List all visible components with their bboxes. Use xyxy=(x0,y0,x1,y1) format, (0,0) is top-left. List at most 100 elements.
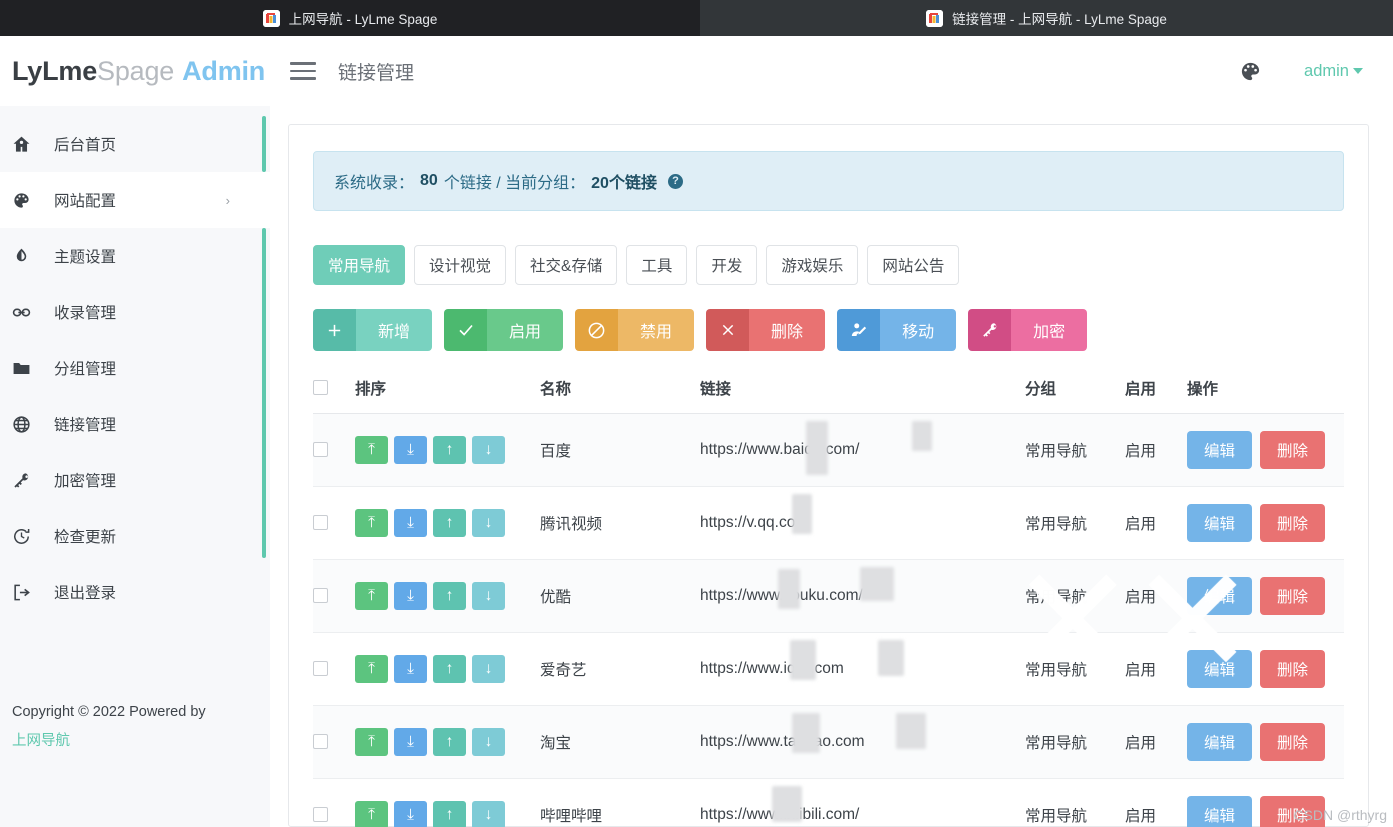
move-up-button[interactable]: ↑ xyxy=(433,801,466,827)
sidebar-item-link-label: 链接管理 xyxy=(54,417,117,434)
row-delete-button[interactable]: 删除 xyxy=(1260,504,1326,542)
row-edit-button[interactable]: 编辑 xyxy=(1187,796,1253,827)
move-up-button[interactable]: ↑ xyxy=(433,655,466,683)
move-up-button[interactable]: ↑ xyxy=(433,509,466,537)
row-edit-button[interactable]: 编辑 xyxy=(1187,431,1253,469)
add-button[interactable]: 新增 xyxy=(313,309,433,351)
move-to-bottom-button[interactable]: ⤓ xyxy=(394,582,427,610)
category-tab-sheji[interactable]: 设计视觉 xyxy=(414,245,507,285)
move-to-top-button[interactable]: ⤒ xyxy=(355,582,388,610)
row-select-checkbox[interactable] xyxy=(313,661,328,677)
row-select-checkbox[interactable] xyxy=(313,515,328,531)
sidebar-item-home-label: 后台首页 xyxy=(54,137,117,154)
move-to-top-button[interactable]: ⤒ xyxy=(355,801,388,827)
row-select-checkbox[interactable] xyxy=(313,442,328,458)
row-delete-button[interactable]: 删除 xyxy=(1260,723,1326,761)
row-delete-button[interactable]: 删除 xyxy=(1260,796,1326,827)
sidebar-item-update-label: 检查更新 xyxy=(54,529,117,546)
move-to-top-button[interactable]: ⤒ xyxy=(355,728,388,756)
stats-banner: 系统收录： 80 个链接 / 当前分组： 20个链接 ? xyxy=(313,151,1344,211)
row-edit-button[interactable]: 编辑 xyxy=(1187,504,1253,542)
move-button[interactable]: 移动 xyxy=(837,309,957,351)
row-sort-cell: ⤒ ⤓ ↑ ↓ xyxy=(355,632,540,706)
disable-button[interactable]: 禁用 xyxy=(575,309,695,351)
move-down-button[interactable]: ↓ xyxy=(472,509,505,537)
move-up-button[interactable]: ↑ xyxy=(433,582,466,610)
row-edit-button[interactable]: 编辑 xyxy=(1187,650,1253,688)
move-to-bottom-button[interactable]: ⤓ xyxy=(394,655,427,683)
category-tab-shejiao[interactable]: 社交&存储 xyxy=(515,245,618,285)
hamburger-icon[interactable] xyxy=(290,62,316,80)
sidebar-item-link[interactable]: 链接管理 xyxy=(0,396,270,452)
action-toolbar: 新增 启用 禁用 删除 移动 加密 xyxy=(313,309,1344,351)
encrypt-button[interactable]: 加密 xyxy=(968,309,1088,351)
row-name-cell: 腾讯视频 xyxy=(540,486,700,560)
row-enabled-cell: 启用 xyxy=(1125,486,1187,560)
user-menu-label: admin xyxy=(1304,61,1349,80)
move-down-button[interactable]: ↓ xyxy=(472,655,505,683)
move-down-button[interactable]: ↓ xyxy=(472,582,505,610)
move-to-top-button[interactable]: ⤒ xyxy=(355,436,388,464)
sidebar-nav: 后台首页 网站配置 › 主题设置 收录管理 分组管理 链接管理 加密管理 检查更… xyxy=(0,106,270,620)
admin-app: LyLme Spage Admin 后台首页 网站配置 › 主题设置 收录管理 … xyxy=(0,36,1393,827)
row-checkbox-cell xyxy=(313,778,355,827)
row-select-checkbox[interactable] xyxy=(313,734,328,750)
select-all-checkbox[interactable] xyxy=(313,380,328,396)
row-checkbox-cell xyxy=(313,705,355,779)
move-up-button[interactable]: ↑ xyxy=(433,728,466,756)
move-to-bottom-button[interactable]: ⤓ xyxy=(394,728,427,756)
move-down-button[interactable]: ↓ xyxy=(472,436,505,464)
plus-icon xyxy=(313,309,356,351)
help-icon[interactable]: ? xyxy=(667,173,683,189)
row-edit-button[interactable]: 编辑 xyxy=(1187,577,1253,615)
move-to-bottom-button[interactable]: ⤓ xyxy=(394,436,427,464)
sidebar-item-logout[interactable]: 退出登录 xyxy=(0,564,270,620)
sidebar-item-group[interactable]: 分组管理 xyxy=(0,340,270,396)
row-select-checkbox[interactable] xyxy=(313,807,328,823)
brand-logo[interactable]: LyLme Spage Admin xyxy=(0,36,270,106)
redaction-blob xyxy=(792,494,812,534)
sidebar-item-theme[interactable]: 主题设置 xyxy=(0,228,270,284)
sidebar-item-update[interactable]: 检查更新 xyxy=(0,508,270,564)
enable-button[interactable]: 启用 xyxy=(444,309,564,351)
move-to-top-button[interactable]: ⤒ xyxy=(355,509,388,537)
row-checkbox-cell xyxy=(313,559,355,633)
browser-tab-2[interactable]: 链接管理 - 上网导航 - LyLme Spage xyxy=(700,0,1393,36)
sidebar-item-site-config[interactable]: 网站配置 › xyxy=(0,172,270,228)
user-menu[interactable]: admin xyxy=(1304,62,1363,81)
category-tab-gonggao[interactable]: 网站公告 xyxy=(867,245,960,285)
row-edit-button[interactable]: 编辑 xyxy=(1187,723,1253,761)
brand-part-1: LyLme xyxy=(12,55,98,86)
sort-button-group: ⤒ ⤓ ↑ ↓ xyxy=(355,436,540,464)
sidebar-item-collect[interactable]: 收录管理 xyxy=(0,284,270,340)
category-tab-youxi[interactable]: 游戏娱乐 xyxy=(766,245,859,285)
category-tab-changyong[interactable]: 常用导航 xyxy=(313,245,406,285)
sort-button-group: ⤒ ⤓ ↑ ↓ xyxy=(355,655,540,683)
row-select-checkbox[interactable] xyxy=(313,588,328,604)
move-to-bottom-button[interactable]: ⤓ xyxy=(394,509,427,537)
footer-site-link[interactable]: 上网导航 xyxy=(12,727,258,755)
table-row: ⤒⤓↑↓哔哩哔哩https://www.bilibili.com/常用导航启用编… xyxy=(313,778,1344,827)
sidebar-item-encrypt[interactable]: 加密管理 xyxy=(0,452,270,508)
row-delete-button[interactable]: 删除 xyxy=(1260,431,1326,469)
move-down-button[interactable]: ↓ xyxy=(472,728,505,756)
move-to-bottom-button[interactable]: ⤓ xyxy=(394,801,427,827)
move-to-top-button[interactable]: ⤒ xyxy=(355,655,388,683)
row-delete-button[interactable]: 删除 xyxy=(1260,650,1326,688)
stats-prefix: 系统收录： xyxy=(334,175,415,192)
browser-tab-2-title: 链接管理 - 上网导航 - LyLme Spage xyxy=(952,12,1167,27)
category-tab-kaifa[interactable]: 开发 xyxy=(696,245,758,285)
sidebar-item-collect-label: 收录管理 xyxy=(54,305,117,322)
row-delete-button[interactable]: 删除 xyxy=(1260,577,1326,615)
home-icon xyxy=(12,135,42,154)
site-favicon xyxy=(262,9,280,27)
move-up-button[interactable]: ↑ xyxy=(433,436,466,464)
browser-tab-1[interactable]: 上网导航 - LyLme Spage xyxy=(0,0,700,36)
table-row: ⤒ ⤓ ↑ ↓ 淘宝 https://www.taobao.com 常用导航 启用 编辑 删除 xyxy=(313,705,1344,779)
palette-icon[interactable] xyxy=(1239,60,1262,83)
category-tab-gongju[interactable]: 工具 xyxy=(626,245,688,285)
delete-button[interactable]: 删除 xyxy=(706,309,826,351)
row-link-text: https://www.taobao.com xyxy=(700,733,865,750)
move-down-button[interactable]: ↓ xyxy=(472,801,505,827)
sidebar-item-home[interactable]: 后台首页 xyxy=(0,116,270,172)
